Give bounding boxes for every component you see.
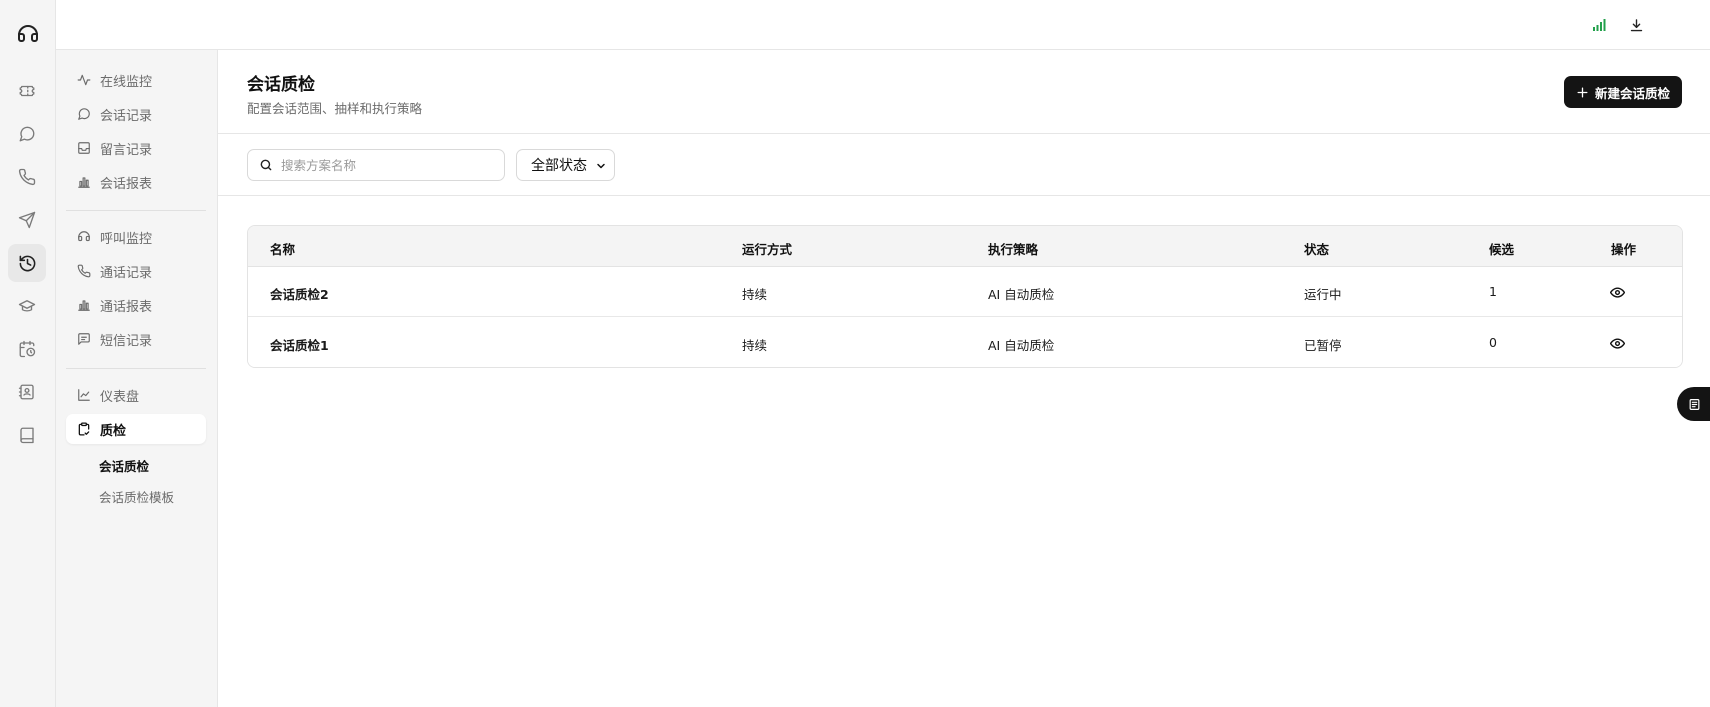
chat-bubble-icon (18, 125, 36, 143)
sidebar-item-call-report[interactable]: 通话报表 (66, 290, 206, 320)
sidebar-item-dashboard[interactable]: 仪表盘 (66, 380, 206, 410)
ticket-icon (18, 82, 36, 100)
sidebar-item-label: 留言记录 (100, 142, 153, 158)
new-chat-qc-button[interactable]: 新建会话质检 (1564, 76, 1682, 108)
sidebar-item-label: 会话记录 (100, 108, 153, 124)
sidebar-item-label: 通话报表 (100, 299, 153, 315)
status-filter-value: 全部状态 (531, 158, 587, 174)
table-header: 名称 运行方式 执行策略 状态 候选 操作 (248, 226, 1682, 267)
phone-icon (76, 263, 92, 279)
sidebar-item-sms-records[interactable]: 短信记录 (66, 324, 206, 354)
icon-rail (0, 0, 56, 707)
eye-icon[interactable] (1610, 336, 1625, 351)
rail-ticket-button[interactable] (8, 72, 46, 110)
table-row[interactable]: 会话质检1 持续 AI 自动质检 已暂停 0 (248, 318, 1682, 367)
page-title: 会话质检 (247, 75, 315, 95)
headset-icon (76, 229, 92, 245)
section-sidebar: 在线监控 会话记录 留言记录 会话报表 呼叫监控 通话记录 通话报表 短信记录 … (56, 50, 218, 707)
download-icon[interactable] (1625, 14, 1647, 36)
row-candidates: 1 (1489, 284, 1497, 299)
row-status: 运行中 (1304, 287, 1342, 302)
sidebar-item-label: 质检 (100, 423, 127, 439)
row-candidates: 0 (1489, 335, 1497, 350)
clipboard-check-icon (76, 421, 92, 437)
column-header-name: 名称 (270, 242, 296, 257)
message-square-icon (76, 331, 92, 347)
row-name: 会话质检1 (270, 338, 329, 353)
book-icon (18, 426, 36, 444)
filter-bar: 全部状态 (218, 134, 1710, 196)
page-header: 会话质检 配置会话范围、抽样和执行策略 新建会话质检 (218, 50, 1710, 134)
rail-phone-button[interactable] (8, 158, 46, 196)
page-subtitle: 配置会话范围、抽样和执行策略 (247, 101, 423, 116)
row-mode: 持续 (742, 338, 768, 353)
signal-icon[interactable] (1588, 14, 1610, 36)
sidebar-item-label: 在线监控 (100, 74, 153, 90)
rail-contacts-button[interactable] (8, 373, 46, 411)
search-box[interactable] (247, 149, 505, 181)
plus-icon (1576, 86, 1589, 99)
rail-send-button[interactable] (8, 201, 46, 239)
rail-history-button[interactable] (8, 244, 46, 282)
sidebar-item-label: 短信记录 (100, 333, 153, 349)
sidebar-item-label: 呼叫监控 (100, 231, 153, 247)
sidebar-item-chat-records[interactable]: 会话记录 (66, 99, 206, 129)
rail-training-button[interactable] (8, 287, 46, 325)
book-icon (1688, 398, 1701, 411)
divider (66, 210, 206, 211)
row-strategy: AI 自动质检 (988, 338, 1055, 353)
send-icon (18, 211, 36, 229)
qc-plan-table: 名称 运行方式 执行策略 状态 候选 操作 会话质检2 持续 AI 自动质检 运… (247, 225, 1683, 368)
rail-knowledge-button[interactable] (8, 416, 46, 454)
sidebar-item-call-records[interactable]: 通话记录 (66, 256, 206, 286)
rail-chat-button[interactable] (8, 115, 46, 153)
row-name: 会话质检2 (270, 287, 329, 302)
search-icon (259, 158, 273, 172)
calendar-clock-icon (18, 340, 36, 358)
sidebar-item-label: 通话记录 (100, 265, 153, 281)
column-header-status: 状态 (1304, 242, 1330, 257)
table-row[interactable]: 会话质检2 持续 AI 自动质检 运行中 1 (248, 267, 1682, 317)
sidebar-item-online-monitor[interactable]: 在线监控 (66, 65, 206, 95)
chat-bubble-icon (76, 106, 92, 122)
sidebar-item-label: 仪表盘 (100, 389, 140, 405)
row-status: 已暂停 (1304, 338, 1342, 353)
sidebar-item-chat-report[interactable]: 会话报表 (66, 167, 206, 197)
column-header-mode: 运行方式 (742, 242, 793, 257)
rail-schedule-button[interactable] (8, 330, 46, 368)
main-content: 会话质检 配置会话范围、抽样和执行策略 新建会话质检 全部状态 名称 运行方式 … (218, 50, 1710, 707)
chevron-down-icon (595, 160, 607, 172)
column-header-strategy: 执行策略 (988, 242, 1039, 257)
phone-icon (18, 168, 36, 186)
sidebar-item-quality-check[interactable]: 质检 (66, 414, 206, 444)
column-header-actions: 操作 (1611, 242, 1637, 257)
sidebar-item-call-monitor[interactable]: 呼叫监控 (66, 222, 206, 252)
sidebar-item-message-records[interactable]: 留言记录 (66, 133, 206, 163)
row-strategy: AI 自动质检 (988, 287, 1055, 302)
row-mode: 持续 (742, 287, 768, 302)
search-input[interactable] (281, 157, 491, 173)
top-header (56, 0, 1710, 50)
bar-chart-icon (76, 174, 92, 190)
sidebar-item-label: 会话报表 (100, 176, 153, 192)
pulse-icon (76, 72, 92, 88)
divider (66, 368, 206, 369)
sidebar-subitem-chat-qc[interactable]: 会话质检 (99, 456, 149, 475)
contact-book-icon (18, 383, 36, 401)
status-filter-select[interactable]: 全部状态 (516, 149, 615, 181)
new-button-label: 新建会话质检 (1594, 85, 1670, 101)
history-icon (18, 254, 37, 273)
inbox-icon (76, 140, 92, 156)
bar-chart-icon (76, 297, 92, 313)
sidebar-subitem-chat-qc-template[interactable]: 会话质检模板 (99, 487, 174, 506)
line-chart-icon (76, 387, 92, 403)
headset-icon[interactable] (14, 21, 42, 49)
graduation-cap-icon (18, 297, 36, 315)
column-header-candidates: 候选 (1489, 242, 1515, 257)
eye-icon[interactable] (1610, 285, 1625, 300)
floating-help-button[interactable] (1677, 387, 1710, 421)
